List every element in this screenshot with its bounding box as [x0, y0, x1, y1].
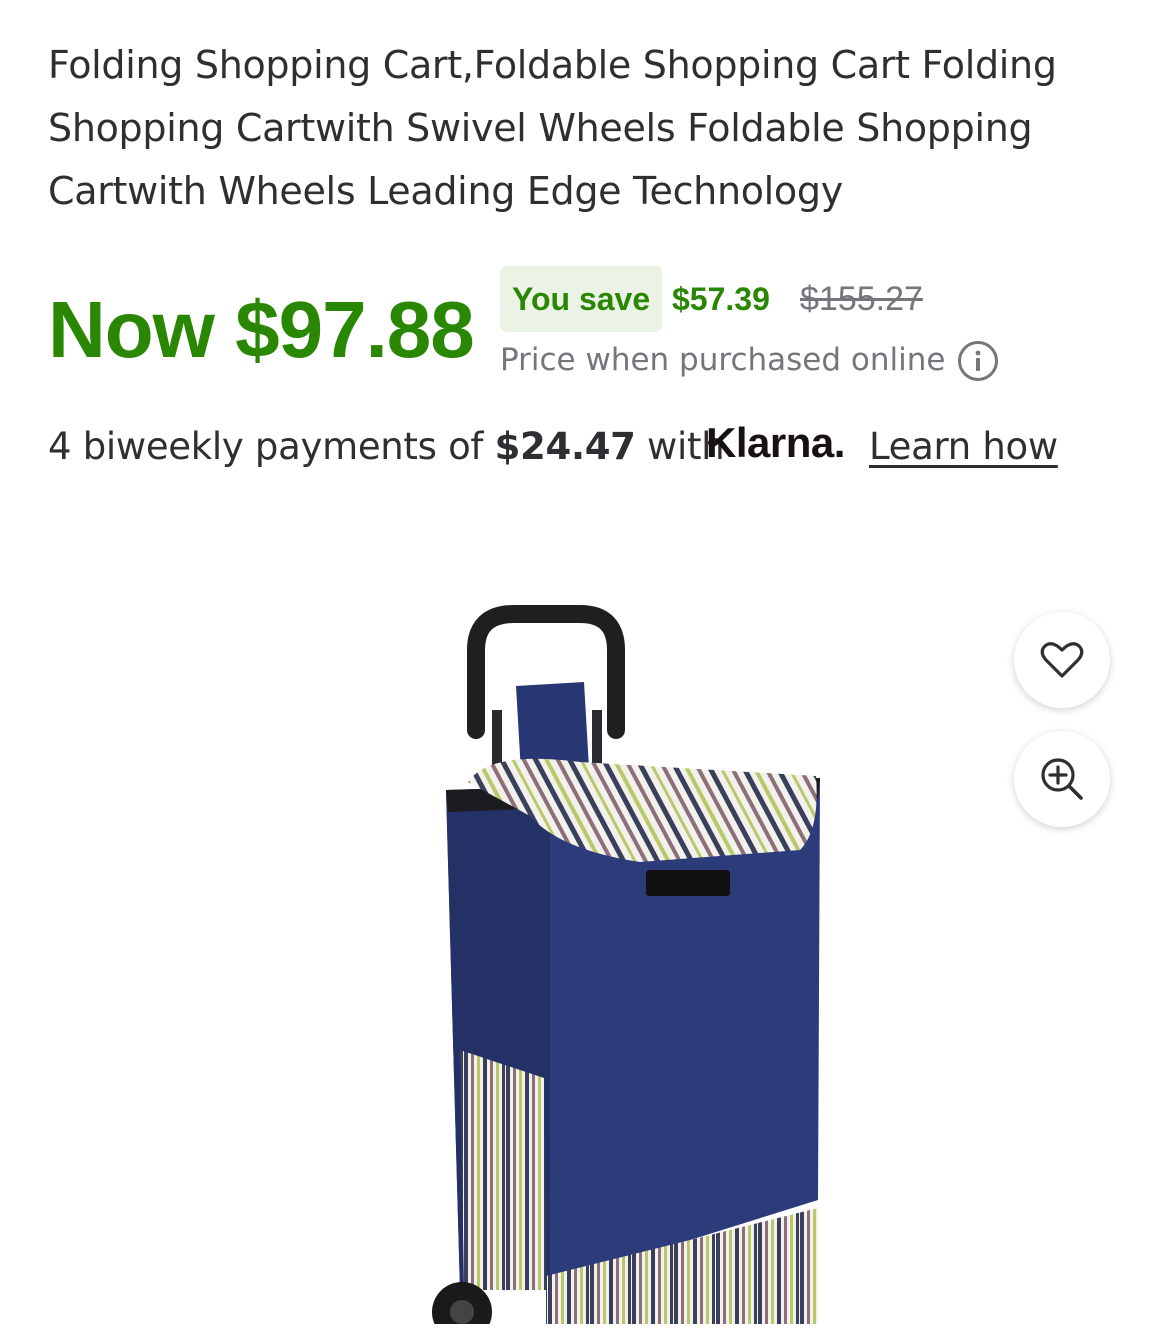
learn-how-link[interactable]: Learn how — [869, 420, 1058, 474]
you-save-badge: You save — [500, 266, 663, 332]
payment-amount: $24.47 — [494, 425, 636, 468]
klarna-logo: Klarna. — [706, 419, 845, 466]
was-price: $155.27 — [800, 280, 923, 318]
payment-prefix: 4 biweekly payments of — [48, 425, 495, 468]
zoom-button[interactable] — [1014, 731, 1110, 827]
info-icon[interactable] — [958, 341, 998, 381]
favorite-button[interactable] — [1014, 612, 1110, 708]
product-title: Folding Shopping Cart,Foldable Shopping … — [48, 43, 1057, 213]
product-image[interactable] — [380, 600, 860, 1328]
price-note: Price when purchased online — [500, 342, 946, 378]
zoom-in-icon — [1041, 758, 1083, 800]
savings-amount: $57.39 — [672, 281, 770, 317]
heart-icon — [1040, 642, 1084, 678]
current-price: Now $97.88 — [48, 285, 475, 374]
payment-plan-text: 4 biweekly payments of $24.47 with — [48, 420, 725, 474]
